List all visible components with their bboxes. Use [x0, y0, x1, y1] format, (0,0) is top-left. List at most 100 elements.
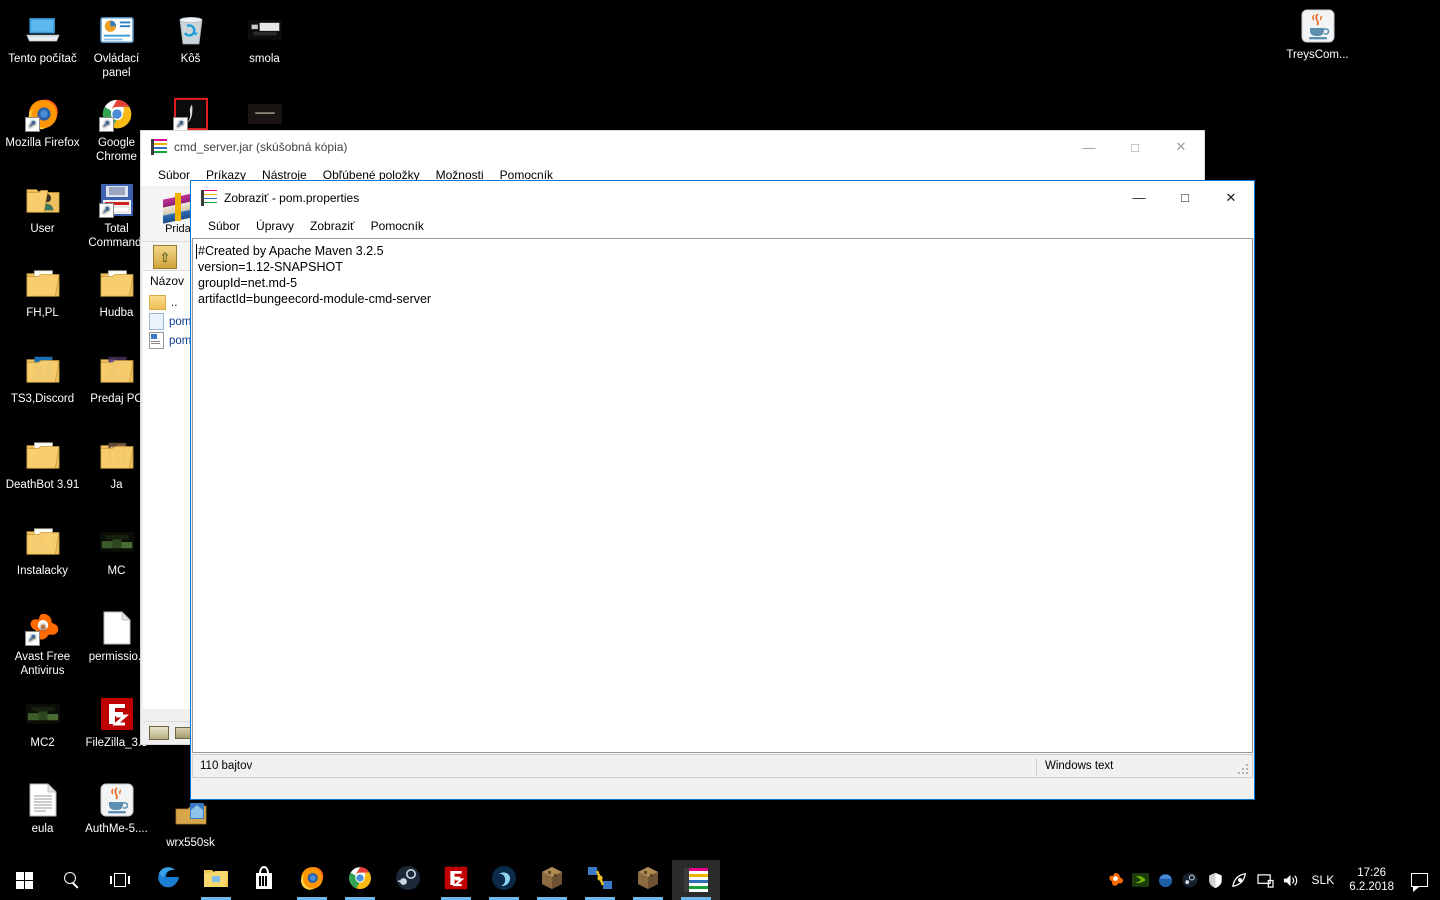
- taskbar-item-firefox[interactable]: [288, 860, 336, 900]
- desktop-icon-label: smola: [249, 53, 280, 65]
- file-name: ..: [171, 296, 178, 309]
- desktop-icon-deathbot-3-91[interactable]: DeathBot 3.91: [5, 434, 80, 493]
- file-icon: [149, 313, 164, 330]
- clock[interactable]: 17:26 6.2.2018: [1343, 866, 1404, 894]
- network-icon: [587, 865, 613, 896]
- tray-satellite-icon[interactable]: [1228, 860, 1253, 900]
- viewer-statusbar: 110 bajtov Windows text: [192, 754, 1253, 778]
- tray-blue-circle-icon[interactable]: [1153, 860, 1178, 900]
- column-header-name[interactable]: Názov: [150, 274, 184, 288]
- taskbar-item-microsoft-store[interactable]: [240, 860, 288, 900]
- firefox-icon: ↗: [24, 97, 60, 132]
- desktop-icon-label: Instalacky: [16, 565, 69, 577]
- winrar-titlebar[interactable]: cmd_server.jar (skúšobná kópia) — □ ✕: [141, 131, 1204, 163]
- total-commander-icon: ↗: [98, 183, 134, 218]
- recycle-bin-icon: [174, 13, 208, 47]
- filezilla-icon: [100, 697, 134, 731]
- desktop-icon-user[interactable]: User: [5, 178, 80, 237]
- taskbar-item-minecraft-2[interactable]: [624, 860, 672, 900]
- task-view-button[interactable]: [96, 860, 144, 900]
- desktop-icon-instalacky[interactable]: Instalacky: [5, 520, 80, 579]
- menu-item-zobrazi-[interactable]: Zobraziť: [302, 217, 363, 235]
- statusbar-divider: [1036, 758, 1037, 776]
- desktop-icon-label: Kôš: [180, 53, 201, 65]
- desktop-icon-treyscom[interactable]: TreysCom...: [1280, 4, 1355, 63]
- minecraft-icon: [539, 865, 565, 896]
- desktop-icon-mozilla-firefox[interactable]: ↗ Mozilla Firefox: [5, 92, 80, 151]
- taskbar-item-teamspeak[interactable]: [480, 860, 528, 900]
- taskbar-item-chrome[interactable]: [336, 860, 384, 900]
- menu-item--pravy[interactable]: Úpravy: [248, 217, 302, 235]
- viewer-text-content[interactable]: #Created by Apache Maven 3.2.5 version=1.…: [193, 239, 1252, 307]
- up-arrow-icon: ⇧: [159, 249, 171, 265]
- statusbar-drive-icon: [149, 726, 169, 740]
- desktop-icon-ts3-discord[interactable]: TS3,Discord: [5, 348, 80, 407]
- desktop-icon-label: DeathBot 3.91: [5, 479, 80, 491]
- clock-time: 17:26: [1357, 867, 1386, 879]
- shortcut-arrow-icon: ↗: [98, 117, 114, 132]
- search-button[interactable]: [48, 860, 96, 900]
- folder-icon: [26, 353, 60, 387]
- winrar-icon: [151, 139, 167, 155]
- minimize-button[interactable]: —: [1066, 131, 1112, 163]
- tray-steam-icon[interactable]: [1178, 860, 1203, 900]
- text-file-icon: [26, 783, 60, 817]
- winrar-title-text: cmd_server.jar (skúšobná kópia): [174, 140, 348, 154]
- store-icon: [252, 865, 276, 896]
- teamspeak-icon: [491, 865, 517, 896]
- desktop-icon-wrx550sk[interactable]: wrx550sk: [153, 792, 228, 851]
- desktop-icon-smola[interactable]: smola: [227, 8, 302, 67]
- winrar-window-controls[interactable]: — □ ✕: [1066, 131, 1204, 163]
- minimize-button[interactable]: —: [1116, 181, 1162, 214]
- desktop-icon-label: TS3,Discord: [10, 393, 75, 405]
- taskbar-item-winrar[interactable]: [672, 860, 720, 900]
- desktop-icon-ovl-dac-panel[interactable]: Ovládací panel: [79, 8, 154, 80]
- image-file-icon: [247, 13, 282, 47]
- taskbar-item-edge[interactable]: [144, 860, 192, 900]
- chrome-icon: ↗: [98, 97, 134, 132]
- desktop-icon-k[interactable]: Kôš: [153, 8, 228, 67]
- tray-display-icon[interactable]: [1253, 860, 1278, 900]
- taskbar-item-filezilla[interactable]: [432, 860, 480, 900]
- desktop-icon-tento-po-ta[interactable]: Tento počítač: [5, 8, 80, 67]
- resize-grip[interactable]: [1238, 764, 1250, 776]
- viewer-window[interactable]: Zobraziť - pom.properties — □ ✕ Súbor Úpr…: [190, 180, 1255, 800]
- up-folder-button[interactable]: ⇧: [153, 245, 177, 269]
- menu-item-s-bor[interactable]: Súbor: [200, 217, 248, 235]
- tray-nvidia-icon[interactable]: [1128, 860, 1153, 900]
- taskbar-item-file-explorer[interactable]: [192, 860, 240, 900]
- desktop-icon-eula[interactable]: eula: [5, 778, 80, 837]
- viewer-text-area[interactable]: #Created by Apache Maven 3.2.5 version=1.…: [192, 238, 1253, 753]
- taskbar-item-steam[interactable]: [384, 860, 432, 900]
- viewer-menubar[interactable]: Súbor Úpravy Zobraziť Pomocník: [191, 214, 1254, 238]
- maximize-button[interactable]: □: [1162, 181, 1208, 214]
- desktop-icon-avast-free-antivirus[interactable]: a ↗ Avast Free Antivirus: [5, 606, 80, 678]
- action-center-button[interactable]: [1404, 860, 1434, 900]
- tray-avast-icon[interactable]: [1103, 860, 1128, 900]
- image-file-icon: [247, 97, 282, 131]
- language-indicator[interactable]: SLK: [1303, 873, 1344, 887]
- close-button[interactable]: ✕: [1158, 131, 1204, 163]
- menu-item-pomocn-k[interactable]: Pomocník: [363, 217, 432, 235]
- start-button[interactable]: [0, 860, 48, 900]
- desktop-icon-mc2[interactable]: MC2: [5, 692, 80, 751]
- maximize-button[interactable]: □: [1112, 131, 1158, 163]
- viewer-title-text: Zobraziť - pom.properties: [224, 190, 360, 205]
- desktop-icon-label: Mozilla Firefox: [5, 137, 80, 149]
- desktop-icon-label: User: [30, 223, 55, 235]
- viewer-titlebar[interactable]: Zobraziť - pom.properties — □ ✕: [191, 181, 1254, 214]
- taskbar[interactable]: SLK 17:26 6.2.2018: [0, 860, 1440, 900]
- firefox-icon: [299, 865, 325, 896]
- desktop-icon-fh-pl[interactable]: FH,PL: [5, 262, 80, 321]
- tray-windows-defender-icon[interactable]: [1203, 860, 1228, 900]
- viewer-status-left: 110 bajtov: [200, 760, 253, 772]
- windows-start-icon: [15, 871, 33, 889]
- taskbar-item-minecraft[interactable]: [528, 860, 576, 900]
- tray-volume-icon[interactable]: [1278, 860, 1303, 900]
- viewer-window-controls[interactable]: — □ ✕: [1116, 181, 1254, 214]
- text-line: version=1.12-SNAPSHOT: [198, 260, 343, 274]
- close-button[interactable]: ✕: [1208, 181, 1254, 214]
- desktop-icon-authme-5[interactable]: AuthMe-5....: [79, 778, 154, 837]
- taskbar-item-network-tool[interactable]: [576, 860, 624, 900]
- system-tray[interactable]: SLK 17:26 6.2.2018: [1103, 860, 1440, 900]
